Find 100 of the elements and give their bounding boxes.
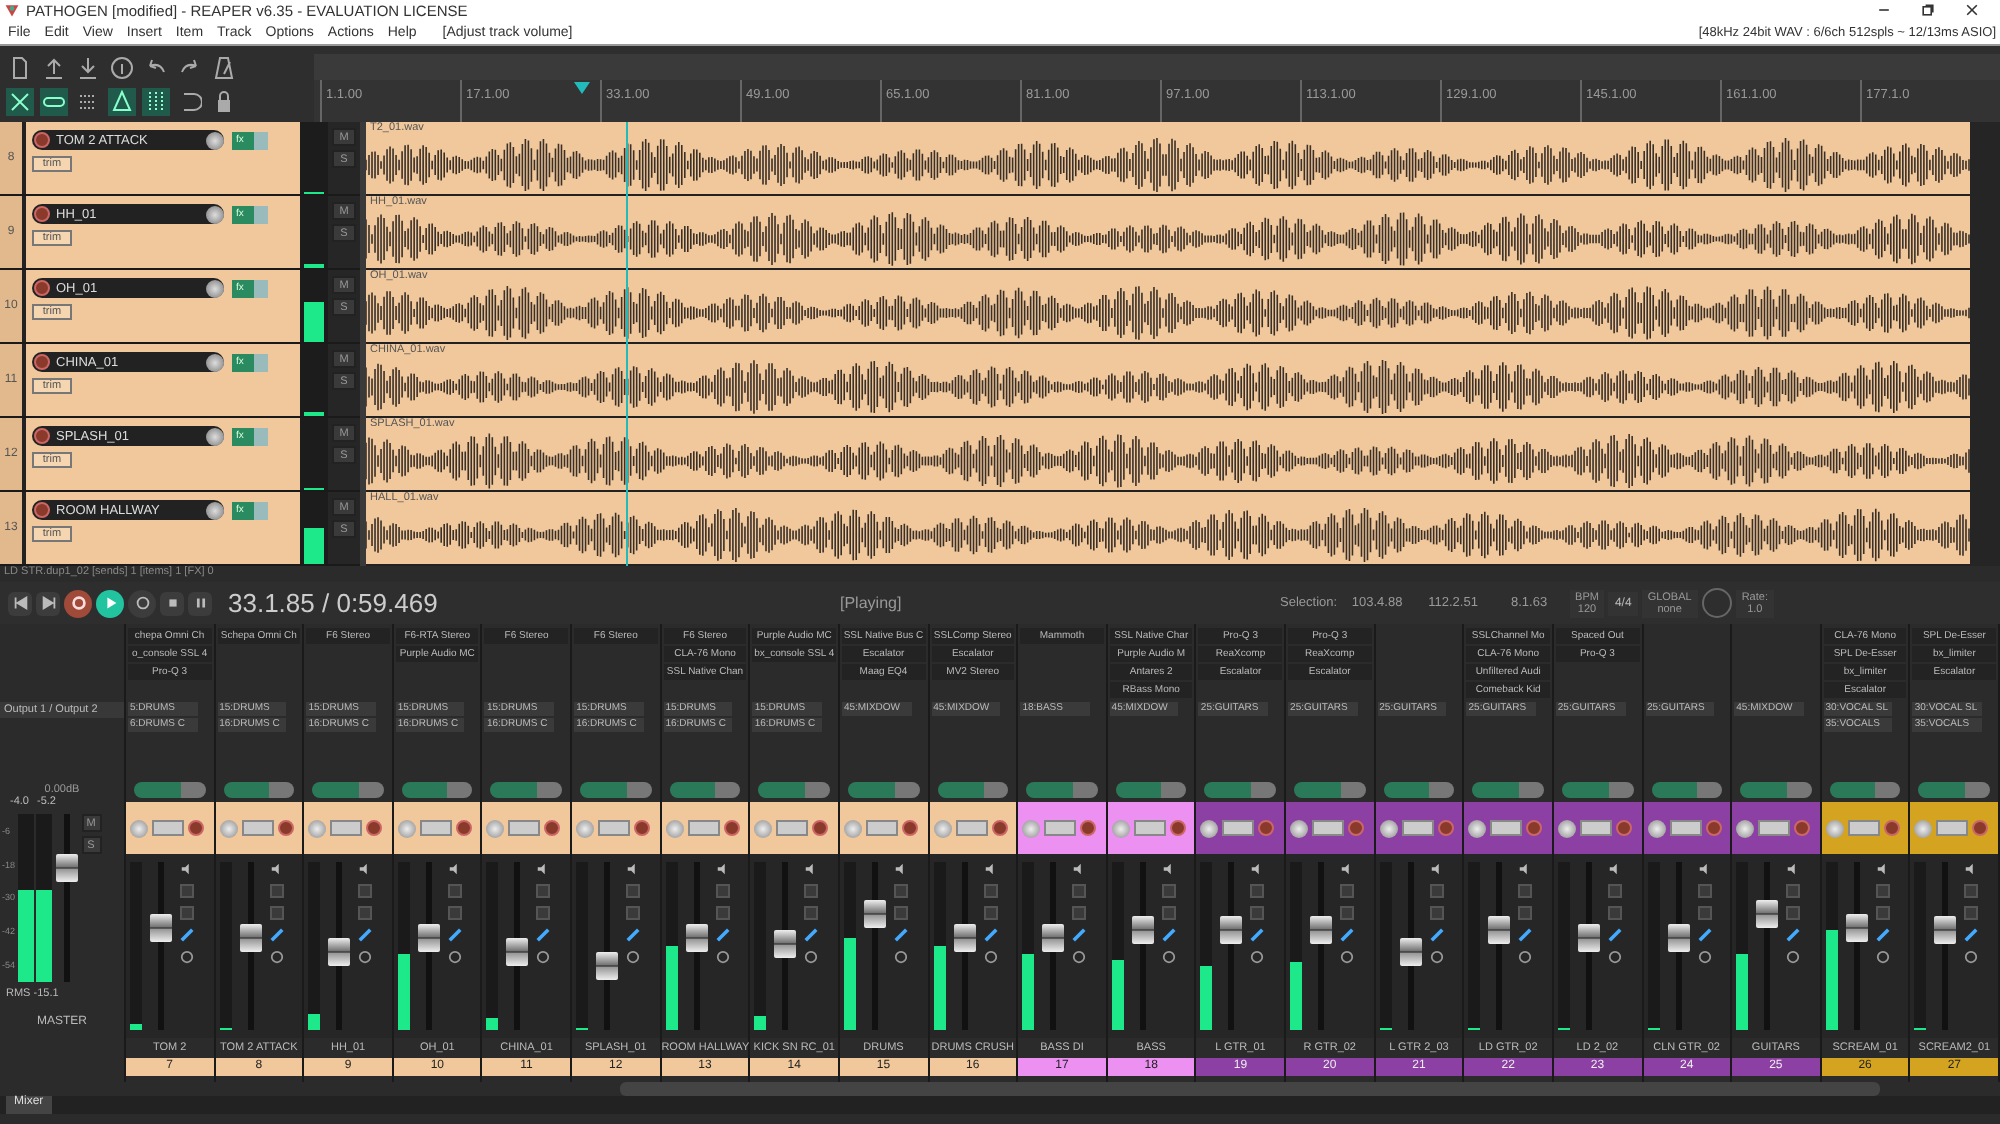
fader-thumb[interactable] xyxy=(1220,916,1243,945)
volume-knob[interactable] xyxy=(206,279,224,297)
fx-toggle[interactable] xyxy=(1651,782,1723,798)
fader-thumb[interactable] xyxy=(239,923,262,952)
input-selector[interactable] xyxy=(241,820,274,836)
repeat-button[interactable] xyxy=(128,589,156,617)
fx-toggle[interactable] xyxy=(1383,782,1455,798)
fx-toggle[interactable] xyxy=(1829,782,1901,798)
pan-knob[interactable] xyxy=(1200,819,1219,837)
speaker-icon[interactable] xyxy=(715,862,730,876)
speaker-icon[interactable] xyxy=(1964,862,1979,876)
input-selector[interactable] xyxy=(1936,820,1969,836)
fader-thumb[interactable] xyxy=(328,937,351,966)
input-selector[interactable] xyxy=(1401,820,1434,836)
record-arm-button[interactable] xyxy=(277,820,294,836)
input-selector[interactable] xyxy=(1044,820,1077,836)
fx-toggle[interactable] xyxy=(1115,782,1187,798)
fader-thumb[interactable] xyxy=(417,923,440,952)
fx-toggle[interactable] xyxy=(1918,782,1990,798)
record-arm-button[interactable] xyxy=(366,820,383,836)
fader-thumb[interactable] xyxy=(1577,923,1600,952)
fader-thumb[interactable] xyxy=(1310,916,1333,945)
pan-knob[interactable] xyxy=(1468,819,1487,837)
fx-toggle[interactable] xyxy=(758,782,830,798)
record-arm-button[interactable] xyxy=(34,132,50,148)
record-arm-button[interactable] xyxy=(34,428,50,444)
pan-knob[interactable] xyxy=(1290,819,1309,837)
fader-thumb[interactable] xyxy=(953,923,976,952)
fx-toggle[interactable] xyxy=(134,782,206,798)
speaker-icon[interactable] xyxy=(1607,862,1622,876)
fader-thumb[interactable] xyxy=(1488,916,1511,945)
fader-thumb[interactable] xyxy=(685,923,708,952)
record-arm-button[interactable] xyxy=(812,820,829,836)
speaker-icon[interactable] xyxy=(269,862,284,876)
horizontal-scrollbar[interactable] xyxy=(620,1082,1880,1096)
fx-toggle[interactable] xyxy=(1294,782,1366,798)
record-arm-button[interactable] xyxy=(455,820,472,836)
fx-toggle[interactable] xyxy=(223,782,295,798)
speaker-icon[interactable] xyxy=(626,862,641,876)
input-selector[interactable] xyxy=(1669,820,1702,836)
record-arm-button[interactable] xyxy=(634,820,651,836)
speaker-icon[interactable] xyxy=(1340,862,1355,876)
input-selector[interactable] xyxy=(776,820,809,836)
input-selector[interactable] xyxy=(598,820,631,836)
record-arm-button[interactable] xyxy=(34,280,50,296)
fx-toggle[interactable] xyxy=(1561,782,1634,798)
fx-toggle[interactable] xyxy=(1472,782,1544,798)
record-arm-button[interactable] xyxy=(1080,820,1097,836)
fader-thumb[interactable] xyxy=(863,899,886,928)
volume-knob[interactable] xyxy=(206,205,224,223)
fx-toggle[interactable] xyxy=(937,782,1009,798)
fx-toggle[interactable] xyxy=(1204,782,1277,798)
vertical-scrollbar[interactable] xyxy=(1970,122,2000,566)
speaker-icon[interactable] xyxy=(447,862,462,876)
restore-icon[interactable] xyxy=(1920,2,1936,18)
volume-knob[interactable] xyxy=(206,501,224,519)
fader-thumb[interactable] xyxy=(1667,923,1690,952)
input-selector[interactable] xyxy=(865,820,898,836)
fader-thumb[interactable] xyxy=(596,952,619,981)
input-selector[interactable] xyxy=(419,820,452,836)
pan-knob[interactable] xyxy=(1736,819,1755,837)
record-arm-button[interactable] xyxy=(723,820,740,836)
input-selector[interactable] xyxy=(1579,820,1612,836)
pause-button[interactable] xyxy=(188,591,212,615)
input-selector[interactable] xyxy=(955,820,988,836)
input-selector[interactable] xyxy=(152,820,184,836)
grid-lines-icon[interactable] xyxy=(142,87,170,115)
fx-toggle[interactable] xyxy=(847,782,920,798)
fader-thumb[interactable] xyxy=(150,913,172,942)
speaker-icon[interactable] xyxy=(1786,862,1801,876)
fx-toggle[interactable] xyxy=(1026,782,1098,798)
fader-thumb[interactable] xyxy=(1845,913,1868,942)
speaker-icon[interactable] xyxy=(1072,862,1087,876)
speaker-icon[interactable] xyxy=(358,862,373,876)
record-arm-button[interactable] xyxy=(34,502,50,518)
metronome-icon[interactable] xyxy=(210,53,238,81)
input-selector[interactable] xyxy=(1490,820,1523,836)
speaker-icon[interactable] xyxy=(1518,862,1533,876)
upload-icon[interactable] xyxy=(40,53,68,81)
speaker-icon[interactable] xyxy=(983,862,998,876)
record-arm-button[interactable] xyxy=(188,820,204,836)
record-arm-button[interactable] xyxy=(991,820,1008,836)
rate-knob[interactable] xyxy=(1701,588,1732,618)
speaker-icon[interactable] xyxy=(536,862,551,876)
info-icon[interactable] xyxy=(108,53,136,81)
fx-toggle[interactable] xyxy=(312,782,384,798)
record-arm-button[interactable] xyxy=(34,354,50,370)
fader-thumb[interactable] xyxy=(1399,937,1422,966)
input-selector[interactable] xyxy=(1222,820,1255,836)
fader-thumb[interactable] xyxy=(774,930,797,959)
fx-toggle[interactable] xyxy=(1740,782,1812,798)
fader-thumb[interactable] xyxy=(1934,916,1957,945)
record-arm-button[interactable] xyxy=(34,206,50,222)
fader-thumb[interactable] xyxy=(1131,916,1154,945)
fader-thumb[interactable] xyxy=(1756,899,1779,928)
speaker-icon[interactable] xyxy=(1161,862,1176,876)
stop-button[interactable] xyxy=(160,591,184,615)
pan-knob[interactable] xyxy=(1379,819,1398,837)
fx-toggle[interactable] xyxy=(669,782,741,798)
input-selector[interactable] xyxy=(687,820,720,836)
